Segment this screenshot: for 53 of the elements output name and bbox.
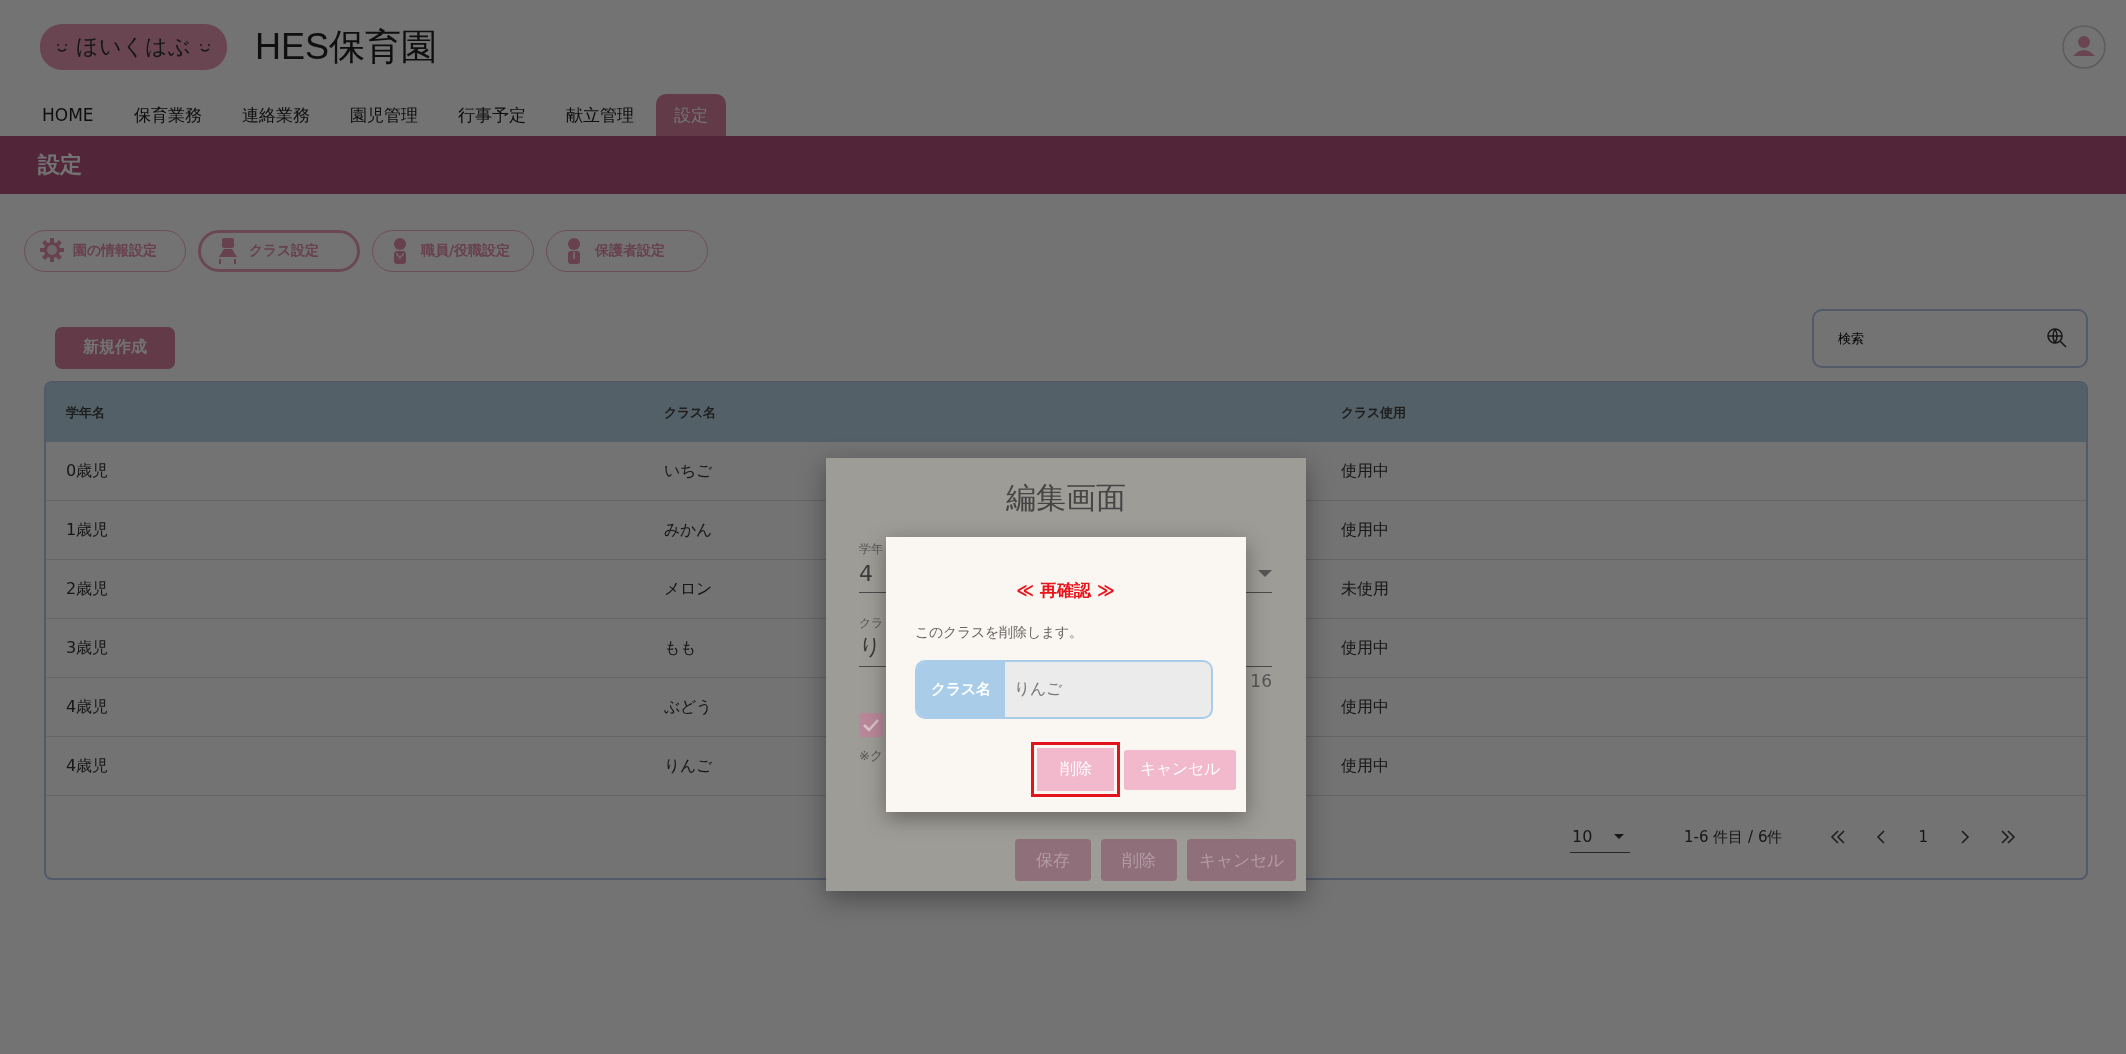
field-label: 学年: [859, 541, 884, 558]
nav-tab[interactable]: 連絡業務: [223, 94, 328, 136]
caret-icon: [1258, 569, 1272, 577]
page-title: 設定: [38, 151, 82, 179]
table-cell: 1歳児: [66, 519, 109, 541]
table-cell: いちご: [664, 460, 712, 482]
last-page-icon[interactable]: [2000, 829, 2016, 845]
character-counter: 16: [1250, 671, 1272, 691]
caret-icon: [1614, 834, 1625, 839]
nav-tab[interactable]: 保育業務: [115, 94, 220, 136]
table-cell: もも: [664, 637, 696, 659]
dialog-title: ≪ 再確認 ≫: [1015, 579, 1116, 602]
table-cell: 使用中: [1341, 519, 1389, 541]
nav-tab[interactable]: HOME: [24, 94, 112, 136]
field-label: クラス名: [917, 662, 1005, 717]
search-field[interactable]: 検索: [1812, 309, 2088, 368]
table-cell: 使用中: [1341, 696, 1389, 718]
field-value: り: [859, 633, 882, 661]
nav-tab[interactable]: 献立管理: [547, 94, 652, 136]
table-cell: 3歳児: [66, 637, 109, 659]
table-cell: 0歳児: [66, 460, 109, 482]
logo-text: ほいくはぶ: [76, 33, 191, 61]
dialog-message: このクラスを削除します。: [915, 624, 1084, 642]
table-cell: 使用中: [1341, 460, 1389, 482]
first-page-icon[interactable]: [1830, 829, 1847, 845]
search-icon[interactable]: [2046, 327, 2068, 349]
table-cell: 4歳児: [66, 696, 109, 718]
note-text: ※ク: [859, 747, 884, 765]
table-cell: りんご: [664, 755, 712, 777]
field-value: りんご: [1013, 678, 1062, 700]
table-cell: 使用中: [1341, 755, 1389, 777]
site-title: HES保育園: [255, 24, 438, 69]
table-cell: 未使用: [1341, 578, 1389, 600]
page-number[interactable]: 1: [1918, 828, 1928, 846]
column-header[interactable]: クラス使用: [1341, 403, 1406, 422]
field-value: 4: [859, 560, 873, 586]
table-cell: ぶどう: [664, 696, 712, 718]
table-cell: メロン: [664, 578, 712, 600]
nav-tab[interactable]: 園児管理: [331, 94, 436, 136]
dialog-button[interactable]: キャンセル: [1124, 749, 1236, 790]
dialog-title: 編集画面: [1004, 479, 1127, 517]
dialog-button[interactable]: 削除: [1031, 742, 1120, 797]
page-range: 1-6 件目 / 6件: [1684, 827, 1783, 847]
column-header[interactable]: 学年名: [66, 403, 105, 422]
nav-tab[interactable]: 行事予定: [439, 94, 544, 136]
table-cell: みかん: [664, 519, 712, 541]
column-header[interactable]: クラス名: [664, 403, 716, 422]
table-cell: 2歳児: [66, 578, 109, 600]
page-size-select[interactable]: 10: [1570, 821, 1631, 853]
checkbox[interactable]: [859, 713, 883, 737]
gear-icon: [39, 237, 65, 265]
table-cell: 4歳児: [66, 755, 109, 777]
table-cell: 使用中: [1341, 637, 1389, 659]
